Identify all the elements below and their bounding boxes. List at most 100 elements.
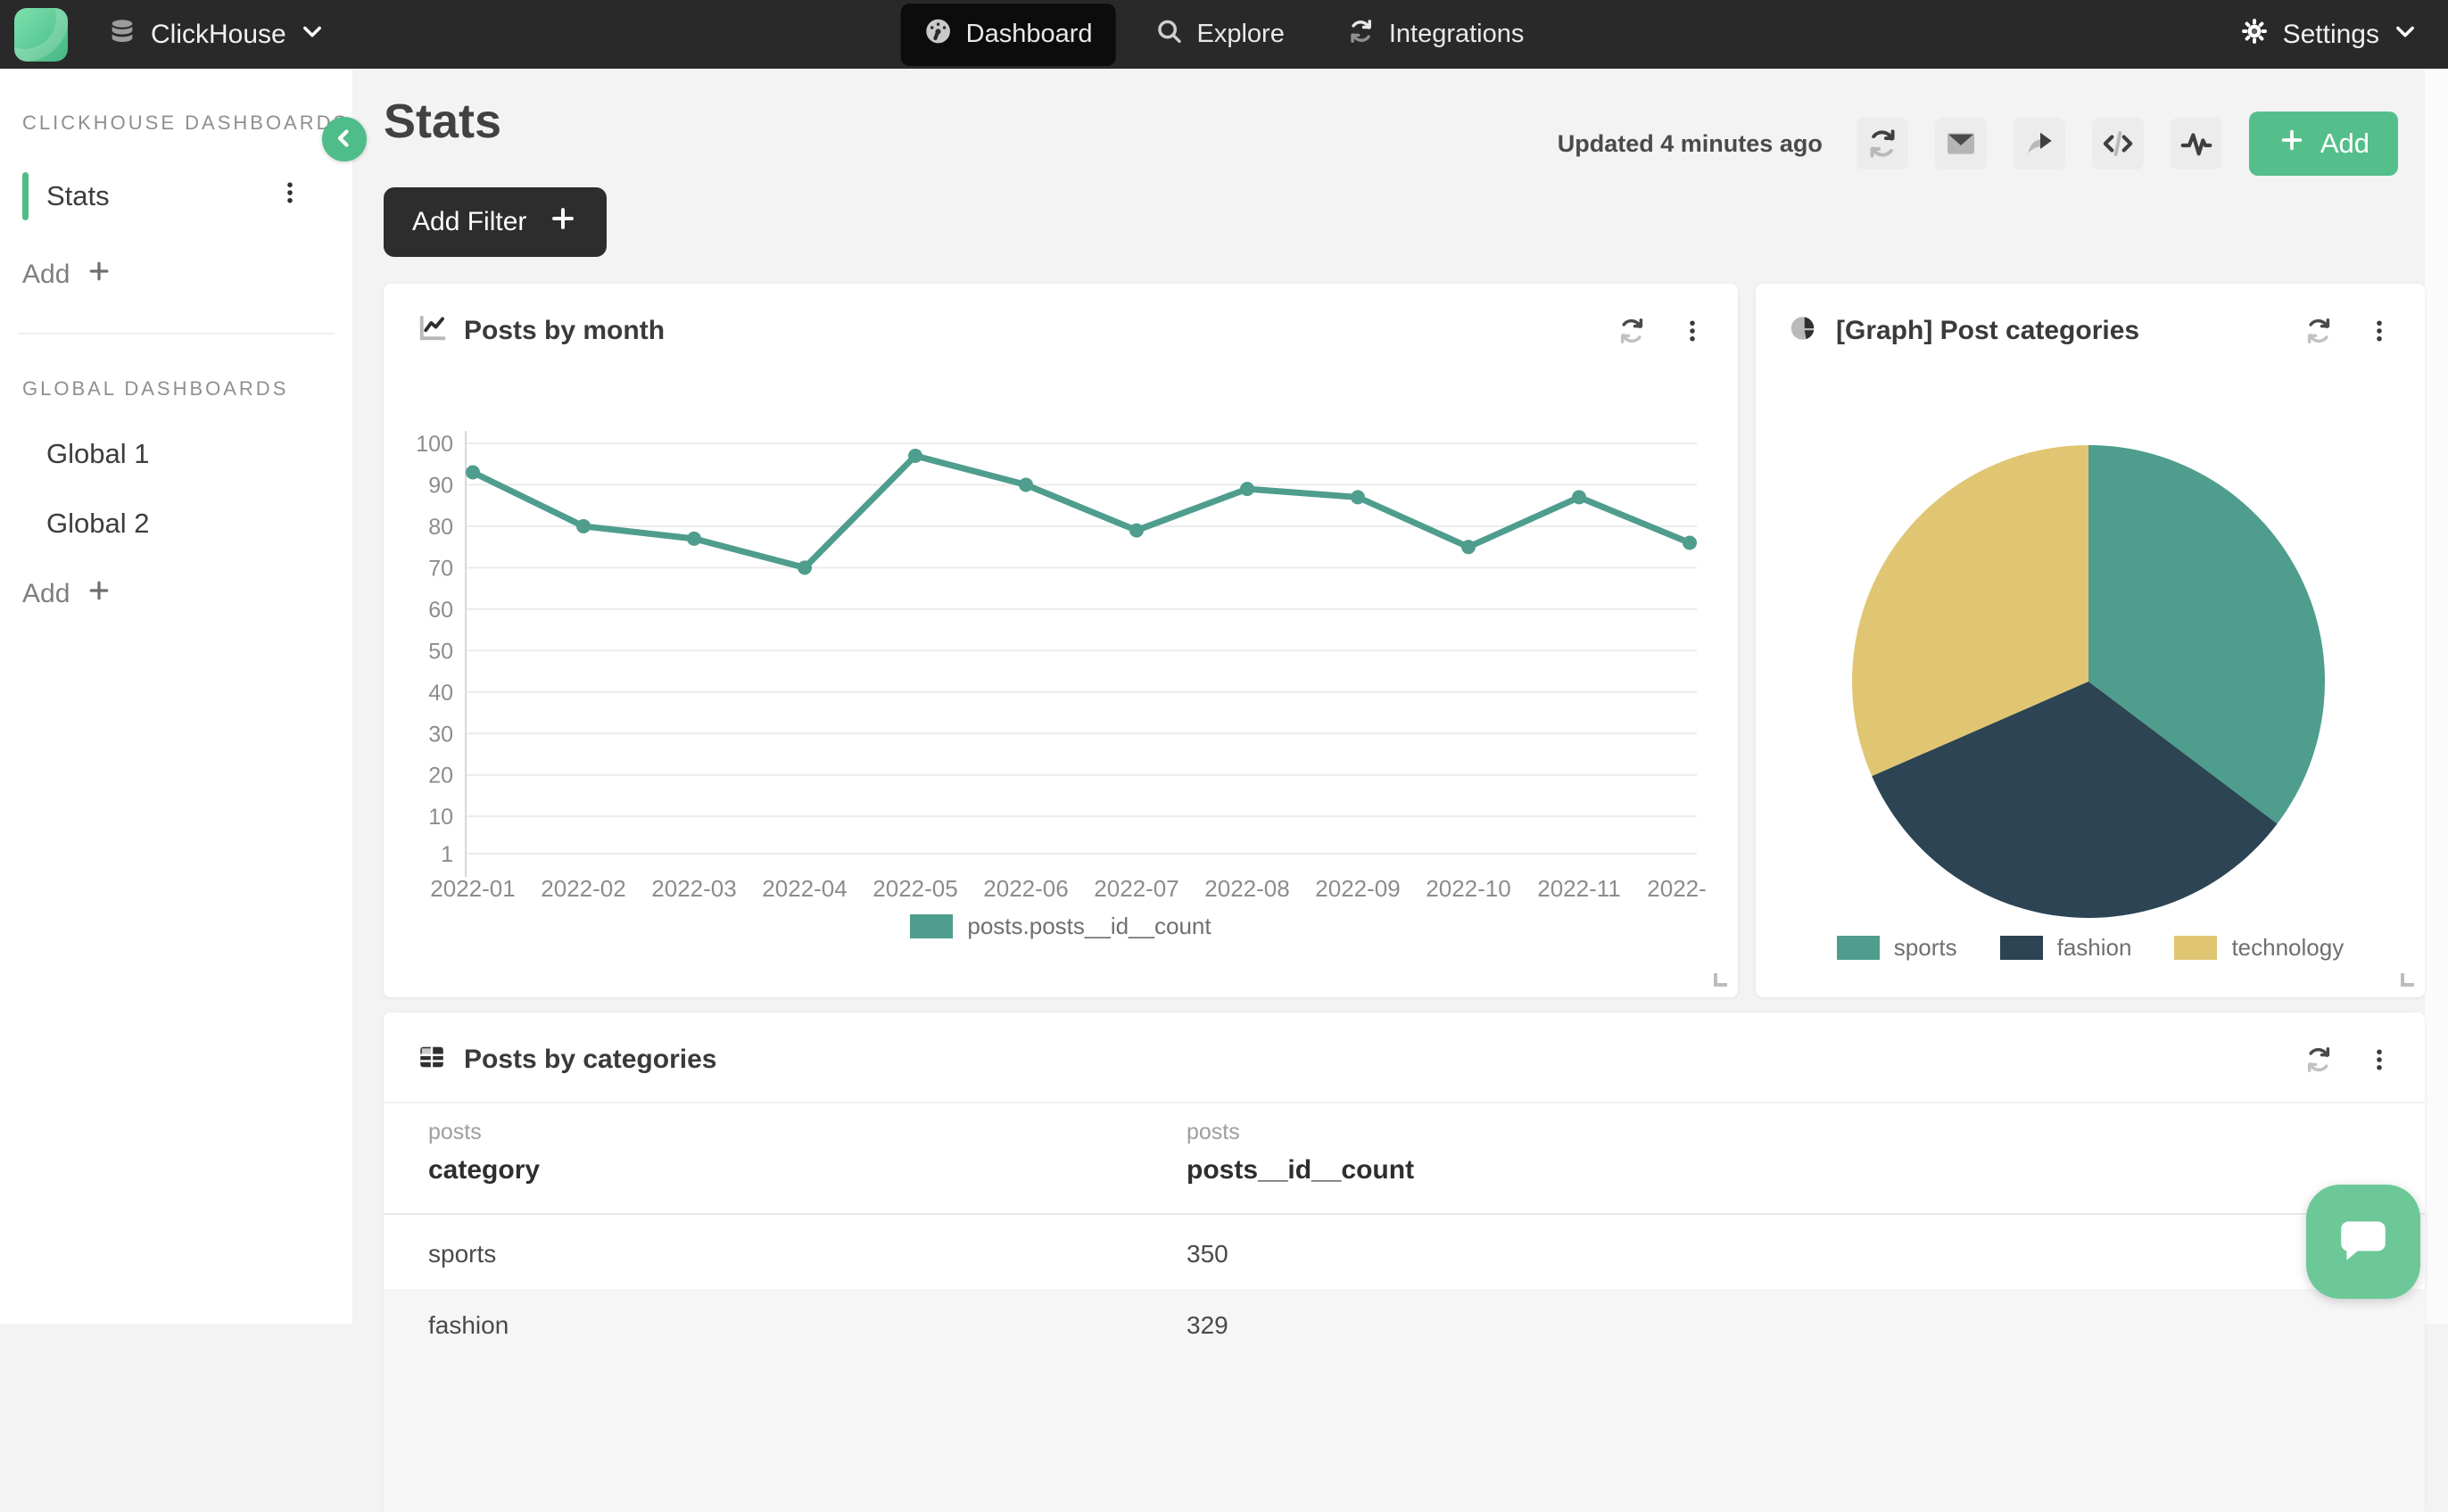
svg-text:2022-01: 2022-01 [430, 875, 515, 902]
refresh-dashboard-button[interactable] [1857, 118, 1908, 169]
cell-category: sports [428, 1240, 496, 1268]
app-logo [14, 8, 68, 62]
add-label: Add [22, 260, 70, 290]
updated-timestamp: Updated 4 minutes ago [1558, 130, 1823, 158]
share-button[interactable] [2014, 118, 2065, 169]
column-group-label: posts [428, 1120, 482, 1145]
collapse-sidebar-button[interactable] [322, 117, 367, 161]
x-axis-labels: 2022-012022-022022-032022-042022-052022-… [430, 875, 1706, 902]
card-title: Posts by categories [464, 1045, 716, 1075]
post-categories-pie-chart [1788, 359, 2393, 930]
add-widget-button[interactable]: Add [2249, 112, 2398, 176]
plus-icon [86, 258, 112, 292]
activity-pulse-button[interactable] [2171, 118, 2222, 169]
embed-code-button[interactable] [2092, 118, 2144, 169]
nav-tab-dashboard[interactable]: Dashboard [901, 4, 1116, 66]
settings-label: Settings [2283, 20, 2379, 50]
database-icon [107, 16, 137, 54]
sidebar-item-global-1[interactable]: Global 1 [46, 438, 330, 470]
nav-tab-explore[interactable]: Explore [1132, 4, 1308, 66]
pie-slices[interactable] [1852, 445, 2325, 918]
svg-text:60: 60 [428, 598, 453, 623]
refresh-widget-button[interactable] [2303, 316, 2334, 346]
add-filter-button[interactable]: Add Filter [384, 187, 607, 257]
pie-chart-legend: sports fashion technology [1756, 934, 2425, 962]
kebab-menu-icon[interactable] [277, 179, 303, 213]
nav-tab-integrations[interactable]: Integrations [1324, 4, 1548, 66]
refresh-widget-button[interactable] [1617, 316, 1647, 346]
legend-swatch [2000, 936, 2043, 960]
nav-tab-label: Dashboard [966, 20, 1093, 49]
chat-widget-button[interactable] [2306, 1185, 2420, 1299]
chat-bubble-icon [2334, 1214, 2393, 1270]
legend-label: fashion [2057, 934, 2132, 962]
top-navigation-bar: ClickHouse Dashboard Explore Integration… [0, 0, 2448, 69]
legend-label: technology [2231, 934, 2344, 962]
chevron-down-icon [300, 19, 325, 51]
email-report-button[interactable] [1935, 118, 1987, 169]
svg-text:20: 20 [428, 764, 453, 789]
pie-chart-icon [1788, 312, 1820, 349]
legend-label: posts.posts__id__count [967, 913, 1211, 940]
line-chart-legend: posts.posts__id__count [384, 913, 1738, 940]
svg-text:30: 30 [428, 722, 453, 747]
page-title: Stats [384, 94, 501, 149]
data-points[interactable] [466, 449, 1697, 574]
nav-tab-label: Integrations [1389, 20, 1525, 49]
pie-chart-legend-item: sports [1837, 934, 1957, 962]
legend-swatch [2174, 936, 2217, 960]
resize-handle[interactable] [1714, 973, 1727, 987]
plus-icon [2278, 126, 2306, 161]
posts-by-categories-card: Posts by categories posts category posts… [384, 1012, 2425, 1512]
settings-menu[interactable]: Settings [2239, 0, 2418, 69]
legend-label: sports [1894, 934, 1957, 962]
y-tick-labels: 1009080706050403020101 [416, 432, 453, 867]
svg-text:100: 100 [416, 432, 453, 457]
series-line [473, 456, 1690, 567]
posts-by-month-chart: 10090807060504030201012022-012022-022022… [416, 359, 1706, 909]
table-divider [384, 1102, 2425, 1103]
card-header: [Graph] Post categories [1756, 284, 2425, 349]
sync-icon [1347, 17, 1376, 53]
svg-text:1: 1 [441, 842, 453, 867]
pie-chart-legend-item: technology [2174, 934, 2344, 962]
posts-by-month-card: Posts by month 1009080706050403020101202… [384, 284, 1738, 997]
gauge-icon [924, 17, 953, 53]
scrollbar-track[interactable] [2425, 69, 2448, 1324]
resize-handle[interactable] [2401, 973, 2414, 987]
add-global-dashboard-button[interactable]: Add [22, 577, 352, 611]
legend-swatch [1837, 936, 1880, 960]
chevron-left-icon [331, 125, 358, 154]
svg-text:10: 10 [428, 805, 453, 830]
svg-text:2022-04: 2022-04 [762, 875, 847, 902]
svg-text:2022-02: 2022-02 [541, 875, 625, 902]
sidebar-section-title: GLOBAL DASHBOARDS [22, 377, 352, 401]
svg-text:2022-09: 2022-09 [1315, 875, 1400, 902]
chevron-down-icon [2393, 19, 2418, 51]
search-icon [1155, 17, 1184, 53]
svg-text:2022-10: 2022-10 [1426, 875, 1510, 902]
sidebar-divider [18, 333, 335, 335]
line-chart-legend-item: posts.posts__id__count [910, 913, 1211, 940]
svg-text:50: 50 [428, 639, 453, 664]
table-row: sports 350 [384, 1215, 2425, 1289]
active-indicator-bar [22, 172, 29, 220]
add-filter-label: Add Filter [412, 207, 526, 237]
sidebar-item-stats[interactable]: Stats [22, 172, 330, 220]
kebab-menu-icon[interactable] [1679, 318, 1706, 344]
svg-text:2022-08: 2022-08 [1204, 875, 1289, 902]
database-switcher[interactable]: ClickHouse [107, 16, 325, 54]
add-dashboard-button[interactable]: Add [22, 258, 352, 292]
sidebar-item-label: Stats [46, 180, 110, 212]
kebab-menu-icon[interactable] [2366, 318, 2393, 344]
sidebar-item-global-2[interactable]: Global 2 [46, 508, 330, 540]
svg-text:90: 90 [428, 473, 453, 498]
refresh-widget-button[interactable] [2303, 1045, 2334, 1075]
dashboards-sidebar: CLICKHOUSE DASHBOARDS Stats Add GLOBAL D… [0, 69, 352, 1324]
post-categories-card: [Graph] Post categories sports fashion tec… [1756, 284, 2425, 997]
svg-text:2022-12: 2022-12 [1647, 875, 1706, 902]
cell-count: 329 [1187, 1311, 1228, 1340]
kebab-menu-icon[interactable] [2366, 1046, 2393, 1073]
add-widget-label: Add [2320, 128, 2369, 160]
cell-category: fashion [428, 1311, 509, 1340]
